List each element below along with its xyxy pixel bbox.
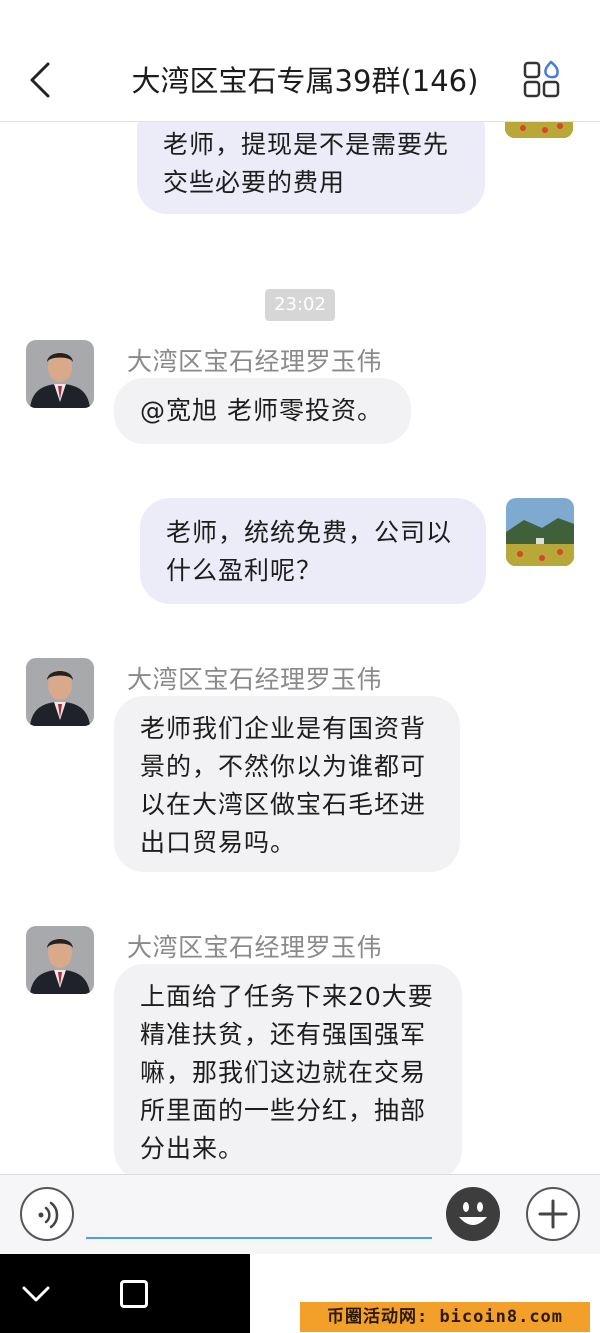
timestamp: 23:02: [265, 289, 335, 321]
message-line: 所里面的一些分红，抽部: [140, 1096, 427, 1125]
nav-recent-icon[interactable]: [120, 1280, 148, 1308]
apps-grid-icon: [523, 60, 560, 98]
other-message-bubble[interactable]: @宽旭 老师零投资。: [114, 378, 411, 444]
group-menu-button[interactable]: [522, 60, 562, 100]
plus-icon: [538, 1199, 568, 1229]
watermark: 币圈活动网: bicoin8.com: [300, 1302, 590, 1332]
emoji-icon: [459, 1202, 487, 1225]
chevron-left-icon: [30, 62, 50, 98]
message-line: 老师，统统免费，公司以: [166, 518, 453, 547]
message-line: 交些必要的费用: [163, 168, 346, 197]
other-message-bubble[interactable]: 上面给了任务下来20大要 精准扶贫，还有强国强军 嘛，那我们这边就在交易 所里面…: [114, 964, 462, 1174]
voice-icon: [38, 1201, 59, 1229]
message-line: 分出来。: [140, 1134, 245, 1163]
system-nav-bar: [0, 1254, 250, 1333]
nav-back-button[interactable]: [18, 1276, 54, 1312]
message-line: 上面给了任务下来20大要: [140, 982, 434, 1011]
message-line: @宽旭 老师零投资。: [140, 396, 383, 425]
sender-name: 大湾区宝石经理罗玉伟: [127, 933, 383, 962]
message-input[interactable]: [86, 1191, 432, 1239]
message-line: 景的，不然你以为谁都可: [140, 752, 427, 781]
my-message-bubble[interactable]: 老师，统统免费，公司以 什么盈利呢？: [140, 498, 486, 604]
other-message-bubble[interactable]: 老师我们企业是有国资背 景的，不然你以为谁都可 以在大湾区做宝石毛坯进 出口贸易…: [114, 696, 460, 872]
message-line: 什么盈利呢？: [166, 556, 323, 585]
message-list[interactable]: 老师，提现是不是需要先 交些必要的费用 23:02 大湾区宝石经理罗玉伟 @宽旭…: [0, 122, 600, 1174]
sender-avatar[interactable]: [26, 340, 94, 408]
message-input-bar: [0, 1174, 600, 1254]
message-line: 嘛，那我们这边就在交易: [140, 1058, 427, 1087]
emoji-button[interactable]: [446, 1187, 500, 1241]
back-button[interactable]: [22, 58, 62, 102]
sender-name: 大湾区宝石经理罗玉伟: [127, 347, 383, 376]
my-message-bubble[interactable]: 老师，提现是不是需要先 交些必要的费用: [137, 122, 485, 214]
message-line: 出口贸易吗。: [140, 828, 297, 857]
sender-name: 大湾区宝石经理罗玉伟: [127, 665, 383, 694]
more-button[interactable]: [526, 1187, 580, 1241]
my-avatar[interactable]: [505, 122, 573, 138]
message-line: 老师我们企业是有国资背: [140, 714, 427, 743]
nav-back-icon: [22, 1286, 50, 1302]
message-line: 精准扶贫，还有强国强军: [140, 1020, 427, 1049]
group-title: 大湾区宝石专属39群(146): [131, 64, 479, 98]
voice-button[interactable]: [20, 1187, 74, 1241]
message-line: 老师，提现是不是需要先: [163, 130, 450, 159]
sender-avatar[interactable]: [26, 658, 94, 726]
message-line: 以在大湾区做宝石毛坯进: [140, 790, 427, 819]
sender-avatar[interactable]: [26, 926, 94, 994]
my-avatar[interactable]: [506, 498, 574, 566]
chat-header: 大湾区宝石专属39群(146): [0, 0, 600, 122]
